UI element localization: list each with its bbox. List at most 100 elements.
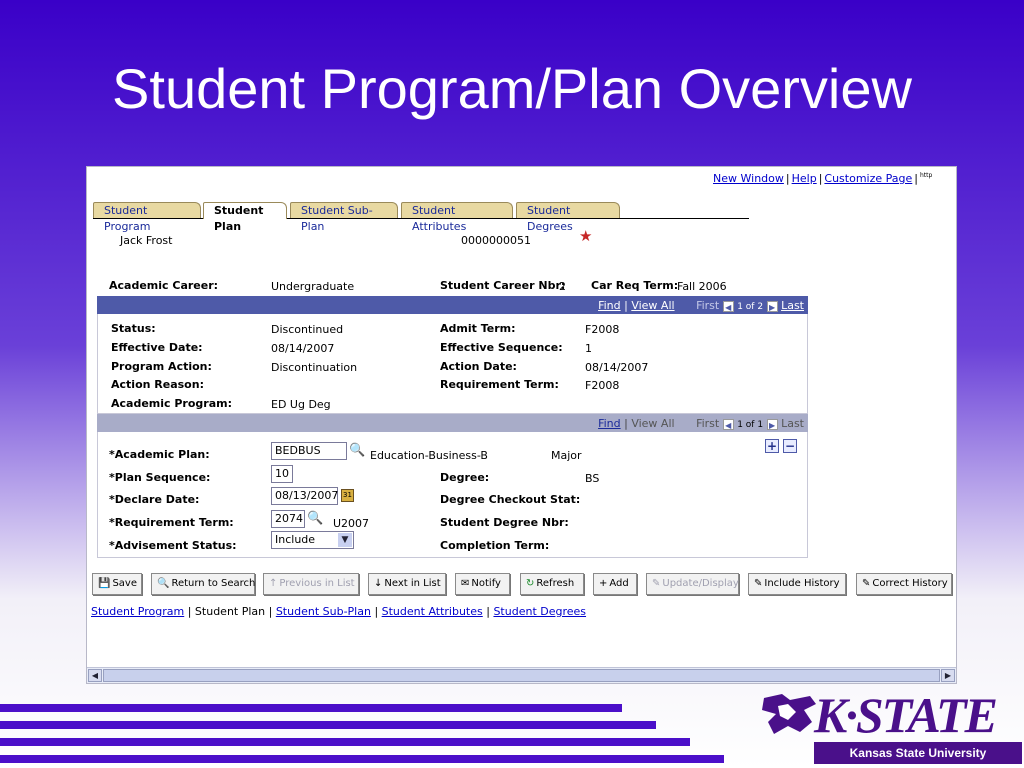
academic-career-label: Academic Career: [109, 279, 219, 292]
top-links: New Window | Help | Customize Page | http [713, 172, 934, 186]
kstate-logo: K·STATE Kansas State University [760, 687, 1022, 768]
requirement-term-label: Requirement Term: [440, 378, 559, 391]
next-list-icon: ↓ [374, 578, 383, 589]
academic-plan-input[interactable]: BEDBUS [271, 442, 347, 460]
program-nav-strip: Find | View All First ◀ 1 of 2 ▶ Last [598, 299, 804, 312]
advisement-status-select[interactable]: Include ▼ [271, 531, 354, 549]
plan-sequence-input[interactable]: 10 [271, 465, 293, 483]
degree-checkout-stat-label: Degree Checkout Stat: [440, 493, 581, 506]
effective-date-label: Effective Date: [111, 341, 203, 354]
student-degree-nbr-label: Student Degree Nbr: [440, 516, 569, 529]
include-history-button[interactable]: ✎ Include History [748, 573, 846, 595]
link-student-attributes[interactable]: Student Attributes [382, 605, 483, 618]
decorative-stripe [0, 704, 622, 712]
add-icon: + [599, 578, 608, 589]
next-row-icon[interactable]: ▶ [766, 418, 778, 430]
find-link[interactable]: Find [598, 417, 621, 430]
requirement-term-description: U2007 [333, 517, 370, 530]
next-in-list-button[interactable]: ↓ Next in List [368, 573, 446, 595]
tab-student-attributes[interactable]: Student Attributes [401, 202, 513, 233]
row-counter: 1 of 1 [737, 420, 764, 430]
previous-list-icon: ↑ [269, 578, 278, 589]
decorative-stripe [0, 721, 656, 729]
degree-value: BS [585, 472, 600, 485]
status-label: Status: [111, 322, 156, 335]
correct-history-button[interactable]: ✎ Correct History [856, 573, 952, 595]
admit-term-value: F2008 [585, 323, 620, 336]
refresh-button[interactable]: ↻ Refresh [520, 573, 584, 595]
previous-in-list-button[interactable]: ↑ Previous in List [263, 573, 359, 595]
previous-row-icon[interactable]: ◀ [722, 300, 734, 312]
program-nav-bar: Find | View All First ◀ 1 of 2 ▶ Last [97, 296, 808, 314]
link-student-program[interactable]: Student Program [91, 605, 184, 618]
car-req-term-label: Car Req Term: [591, 279, 679, 292]
horizontal-scrollbar[interactable]: ◀ ▶ [87, 667, 956, 683]
help-link[interactable]: Help [792, 172, 817, 185]
link-student-sub-plan[interactable]: Student Sub-Plan [276, 605, 371, 618]
correct-history-icon: ✎ [862, 578, 871, 589]
tab-student-program[interactable]: Student Program [93, 202, 201, 233]
requirement-term-input[interactable]: 2074 [271, 510, 305, 528]
declare-date-input[interactable]: 08/13/2007 [271, 487, 338, 505]
plan-sequence-label: *Plan Sequence: [109, 471, 211, 484]
declare-date-label: *Declare Date: [109, 493, 200, 506]
student-name: Jack Frost [120, 234, 173, 247]
page-tabs: Student Program Student Plan Student Sub… [93, 202, 749, 233]
calendar-icon[interactable]: 31 [341, 489, 354, 502]
star-icon: ★ [579, 227, 593, 245]
action-date-label: Action Date: [440, 360, 517, 373]
decorative-stripe [0, 738, 690, 746]
customize-page-link[interactable]: Customize Page [824, 172, 912, 185]
update-display-icon: ✎ [652, 578, 661, 589]
scroll-left-icon[interactable]: ◀ [88, 669, 102, 682]
status-value: Discontinued [271, 323, 344, 336]
action-toolbar: 💾 Save 🔍 Return to Search ↑ Previous in Lis… [92, 573, 952, 595]
chevron-down-icon: ▼ [338, 533, 352, 547]
academic-program-value: ED Ug Deg [271, 398, 331, 411]
update-display-button[interactable]: ✎ Update/Display [646, 573, 739, 595]
delete-row-icon[interactable]: − [783, 439, 797, 453]
action-date-value: 08/14/2007 [585, 361, 649, 374]
add-button[interactable]: + Add [593, 573, 637, 595]
scrollbar-thumb[interactable] [103, 669, 940, 682]
row-counter: 1 of 2 [737, 302, 764, 312]
kstate-wordmark: K·STATE [814, 687, 998, 743]
advisement-status-label: *Advisement Status: [109, 539, 237, 552]
lookup-icon[interactable]: 🔍 [307, 511, 323, 526]
previous-row-icon[interactable]: ◀ [722, 418, 734, 430]
add-row-icon[interactable]: + [765, 439, 779, 453]
academic-program-label: Academic Program: [111, 397, 232, 410]
lookup-icon[interactable]: 🔍 [349, 443, 365, 458]
refresh-icon: ↻ [526, 578, 535, 589]
tab-student-plan[interactable]: Student Plan [203, 202, 287, 233]
advisement-status-value: Include [275, 533, 316, 546]
new-window-link[interactable]: New Window [713, 172, 784, 185]
plan-nav-strip: Find | View All First ◀ 1 of 1 ▶ Last [598, 417, 804, 430]
wildcat-icon [762, 694, 816, 734]
return-to-search-button[interactable]: 🔍 Return to Search [151, 573, 255, 595]
next-row-icon[interactable]: ▶ [766, 300, 778, 312]
first-label: First [696, 299, 720, 312]
last-link[interactable]: Last [781, 299, 804, 312]
save-button[interactable]: 💾 Save [92, 573, 142, 595]
plan-requirement-term-label: *Requirement Term: [109, 516, 234, 529]
link-student-degrees[interactable]: Student Degrees [493, 605, 586, 618]
effective-sequence-label: Effective Sequence: [440, 341, 563, 354]
car-req-term-value: Fall 2006 [677, 280, 727, 293]
bottom-page-links: Student Program | Student Plan | Student… [91, 605, 587, 618]
student-id: 0000000051 [461, 234, 531, 247]
tab-student-sub-plan[interactable]: Student Sub-Plan [290, 202, 398, 233]
scroll-right-icon[interactable]: ▶ [941, 669, 955, 682]
last-link[interactable]: Last [781, 417, 804, 430]
view-all-link[interactable]: View All [631, 417, 674, 430]
program-action-value: Discontinuation [271, 361, 358, 374]
tab-student-degrees[interactable]: Student Degrees [516, 202, 620, 233]
http-icon[interactable]: http [920, 172, 934, 186]
admit-term-label: Admit Term: [440, 322, 516, 335]
view-all-link[interactable]: View All [631, 299, 674, 312]
career-nbr-label: Student Career Nbr: [440, 279, 566, 292]
first-label: First [696, 417, 720, 430]
find-link[interactable]: Find [598, 299, 621, 312]
effective-sequence-value: 1 [585, 342, 592, 355]
notify-button[interactable]: ✉ Notify [455, 573, 510, 595]
